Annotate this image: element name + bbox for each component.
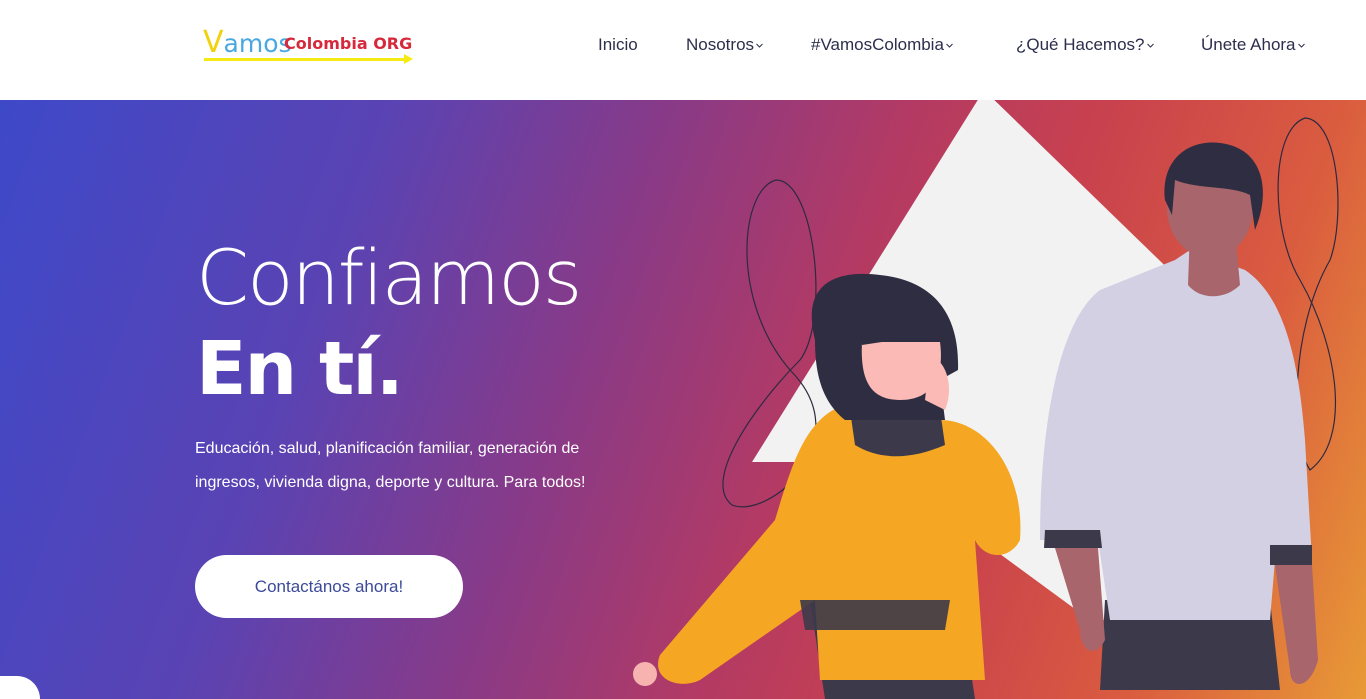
hero-description-line: ingresos, vivienda digna, deporte y cult… [195, 474, 586, 491]
hero-description-line: Educación, salud, planificación familiar… [195, 440, 580, 457]
nav-item-unete-ahora[interactable]: Únete Ahora [1201, 34, 1305, 56]
nav-item-inicio[interactable]: Inicio [598, 34, 638, 56]
chevron-down-icon [756, 42, 763, 49]
logo-underline [204, 58, 406, 61]
hero-description: Educación, salud, planificación familiar… [195, 432, 625, 500]
hero-title-light: Confiamos [196, 233, 582, 322]
hero-illustration [633, 90, 1339, 699]
nav-item-que-hacemos[interactable]: ¿Qué Hacemos? [1016, 34, 1154, 56]
hero-title-bold: En tí. [196, 326, 404, 412]
main-nav: Inicio Nosotros #VamosColombia ¿Qué Hace… [0, 34, 1366, 56]
chevron-down-icon [1146, 42, 1154, 49]
chevron-down-icon [946, 42, 953, 49]
contact-now-button[interactable]: Contactános ahora! [195, 555, 463, 618]
nav-item-nosotros[interactable]: Nosotros [686, 34, 763, 56]
nav-item-vamoscolombia[interactable]: #VamosColombia [811, 34, 953, 56]
site-header: Vamos Colombia ORG Inicio Nosotros #Vamo… [0, 0, 1366, 100]
chevron-down-icon [1297, 42, 1305, 49]
